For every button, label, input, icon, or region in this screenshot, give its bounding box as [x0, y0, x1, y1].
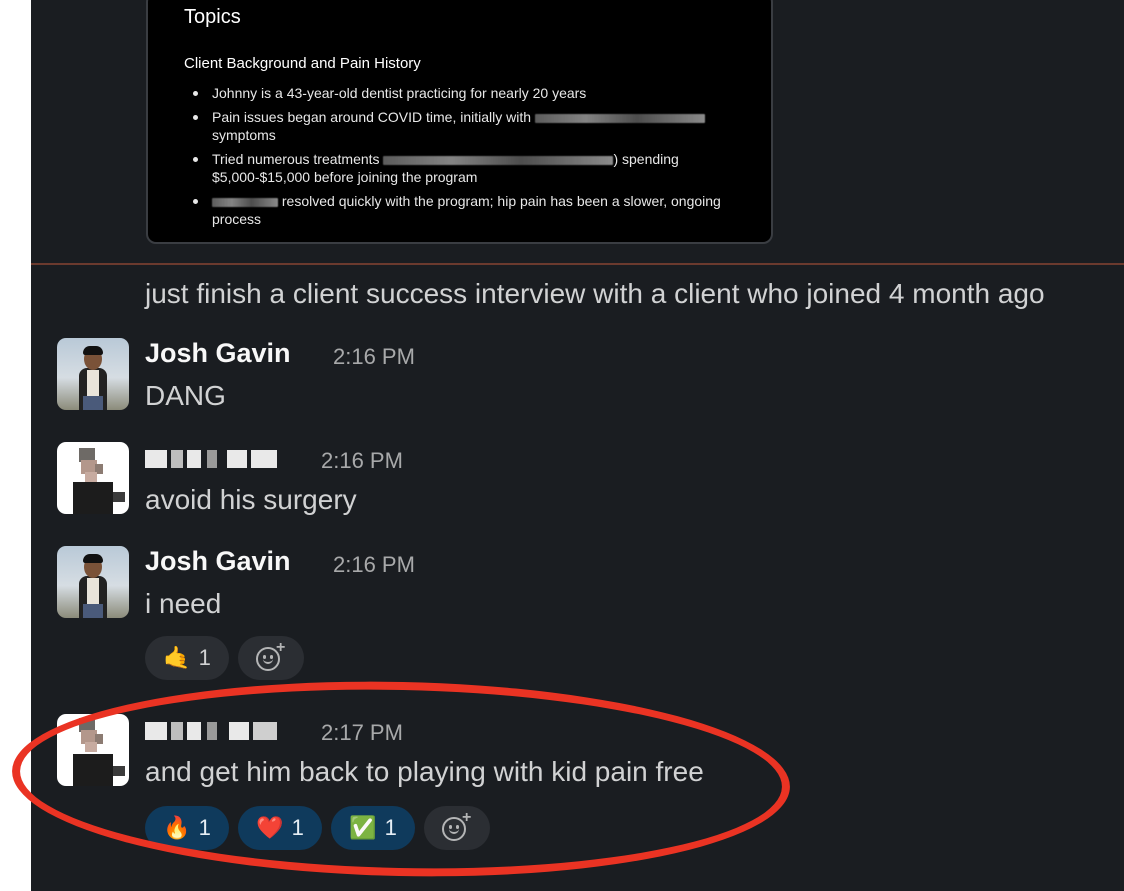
- reaction-check[interactable]: ✅ 1: [331, 806, 415, 850]
- redacted-text: [383, 155, 614, 165]
- reaction-heart[interactable]: ❤️ 1: [238, 806, 322, 850]
- list-item: Pain issues began around COVID time, ini…: [184, 108, 744, 144]
- author-name[interactable]: Josh Gavin: [145, 338, 291, 369]
- list-item: Tried numerous treatments ) spending $5,…: [184, 150, 744, 186]
- document-preview-card[interactable]: Topics Client Background and Pain Histor…: [146, 0, 773, 244]
- document-topic-list: Johnny is a 43-year-old dentist practici…: [184, 84, 744, 234]
- bullet-icon: [193, 91, 198, 96]
- slack-chat-window: Topics Client Background and Pain Histor…: [31, 0, 1124, 891]
- heart-icon: ❤️: [256, 815, 284, 840]
- document-title: Topics: [184, 6, 241, 28]
- fire-icon: 🔥: [163, 815, 191, 840]
- avatar[interactable]: [57, 442, 129, 514]
- list-item: resolved quickly with the program; hip p…: [184, 192, 744, 228]
- add-reaction-icon: +: [442, 809, 472, 843]
- list-item: Johnny is a 43-year-old dentist practici…: [184, 84, 744, 102]
- message-text: DANG: [145, 380, 226, 411]
- reaction-bar: 🤙 1 +: [145, 636, 304, 680]
- reaction-count: 1: [198, 645, 211, 670]
- timestamp[interactable]: 2:16 PM: [333, 344, 415, 370]
- redacted-text: [212, 197, 278, 207]
- document-subtitle: Client Background and Pain History: [184, 55, 421, 72]
- message-text: i need: [145, 588, 222, 619]
- timestamp[interactable]: 2:17 PM: [321, 720, 403, 746]
- add-reaction-button[interactable]: +: [238, 636, 304, 680]
- reaction-fire[interactable]: 🔥 1: [145, 806, 229, 850]
- topic-text-continued: symptoms: [212, 127, 276, 143]
- avatar[interactable]: [57, 546, 129, 618]
- timestamp[interactable]: 2:16 PM: [333, 552, 415, 578]
- topic-text: resolved quickly with the program; hip p…: [212, 193, 721, 227]
- reaction-count: 1: [291, 815, 304, 840]
- reaction-count: 1: [384, 815, 397, 840]
- new-messages-divider: [31, 263, 1124, 265]
- call-me-hand-icon: 🤙: [163, 645, 191, 670]
- add-reaction-button[interactable]: +: [424, 806, 490, 850]
- message-text: and get him back to playing with kid pai…: [145, 756, 704, 787]
- bullet-icon: [193, 115, 198, 120]
- message-text: just finish a client success interview w…: [145, 278, 1045, 309]
- topic-text: Johnny is a 43-year-old dentist practici…: [212, 85, 587, 101]
- topic-text: Tried numerous treatments: [212, 151, 380, 167]
- author-name[interactable]: Josh Gavin: [145, 546, 291, 577]
- avatar[interactable]: [57, 714, 129, 786]
- add-reaction-icon: +: [256, 639, 286, 673]
- message-text: avoid his surgery: [145, 484, 357, 515]
- topic-text: Pain issues began around COVID time, ini…: [212, 109, 532, 125]
- bullet-icon: [193, 199, 198, 204]
- reaction-bar: 🔥 1 ❤️ 1 ✅ 1 +: [145, 806, 490, 850]
- timestamp[interactable]: 2:16 PM: [321, 448, 403, 474]
- redacted-text: [534, 113, 705, 123]
- reaction-count: 1: [198, 815, 211, 840]
- reaction-call-me[interactable]: 🤙 1: [145, 636, 229, 680]
- avatar[interactable]: [57, 338, 129, 410]
- check-mark-icon: ✅: [349, 815, 377, 840]
- bullet-icon: [193, 157, 198, 162]
